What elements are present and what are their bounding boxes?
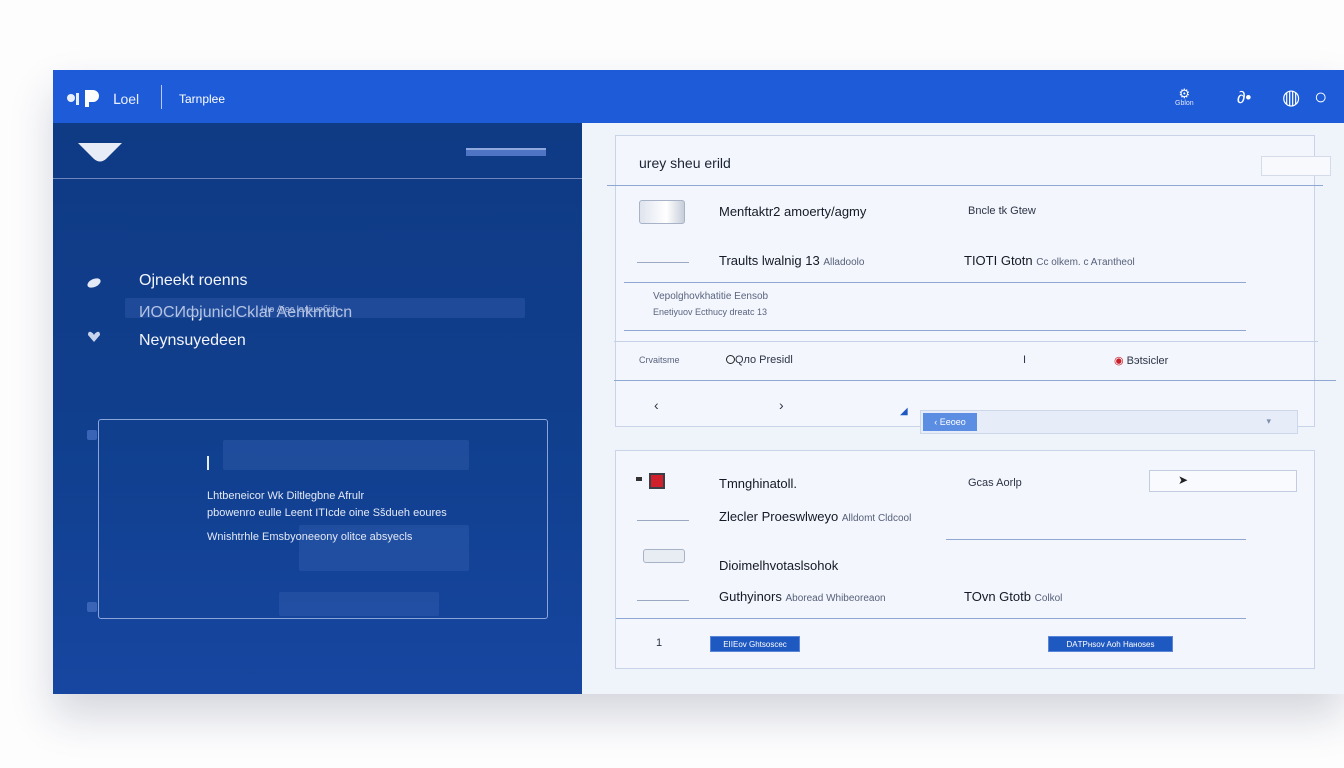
divider	[946, 539, 1246, 540]
divider	[624, 330, 1246, 331]
details-card: Tmnghinatoll. Gcas Aorlp ➤ Zlecler Proes…	[615, 450, 1315, 669]
filter-input[interactable]: ➤	[1149, 470, 1297, 492]
bullet-icon	[636, 477, 642, 481]
row-value: TOvn Gtotb Colkol	[964, 589, 1063, 604]
divider	[607, 185, 1323, 186]
run-icon[interactable]: ∂•	[1237, 84, 1251, 110]
tab-templates[interactable]: Tarnplee	[179, 92, 225, 106]
sidebar-header	[53, 123, 582, 179]
thumbnail-image	[643, 549, 685, 563]
resize-handle-icon[interactable]	[87, 430, 97, 440]
pointer-arrow-icon: ◢	[900, 406, 908, 417]
thumbnail-image	[639, 200, 685, 224]
row3-right: ◉ Bэtsicler	[1114, 355, 1169, 367]
settings-caption: Gblon	[1175, 99, 1194, 107]
divider	[616, 618, 1246, 619]
topbar-divider	[161, 85, 162, 109]
chevron-down-icon[interactable]	[77, 141, 123, 163]
primary-action-button[interactable]: DAТPнsov Aoh Haнoses	[1048, 636, 1173, 652]
sidebar-item-objects[interactable]: Ojneekt roenns	[139, 272, 248, 290]
text-cursor	[207, 456, 209, 470]
sidebar: Ojneekt roenns ИОСИфjuniclCklar Aenkmucn…	[53, 123, 582, 694]
top-bar: Լoel Tarnplee ⚙ Gblon ∂• ◍ ○	[53, 70, 1344, 123]
card-title: urey sheu erild	[639, 155, 731, 171]
cursor-icon: ➤	[1178, 473, 1189, 487]
box-text-line: Wnishtrhle Emsbyoneeony olitce absyecls	[207, 531, 413, 543]
chevron-down-icon[interactable]: ▾	[1266, 416, 1271, 427]
dropdown-selected-chip[interactable]: ‹ Eeoeo	[923, 413, 977, 431]
app-title: Լoel	[113, 91, 140, 107]
properties-card: urey sheu erild Menftaktr2 amoerty/agmy …	[607, 135, 1336, 434]
row-name: Menftaktr2 amoerty/agmy	[719, 204, 867, 219]
card-search-input[interactable]	[1261, 156, 1331, 176]
leaf-icon	[87, 278, 101, 288]
row-name: Traults lwalnig 13 Alladoolo	[719, 253, 865, 268]
description-line: Enetiyuov Ecthucy dreatc 13	[653, 307, 768, 317]
page-number: 1	[656, 637, 663, 649]
settings-icon[interactable]: ⚙ Gblon	[1175, 84, 1194, 110]
blurred-footer	[279, 592, 439, 616]
app-window: Լoel Tarnplee ⚙ Gblon ∂• ◍ ○ Ojneekt roe…	[53, 70, 1344, 694]
divider	[624, 282, 1246, 283]
row-name: Dioimelhvotaslsohok	[719, 558, 839, 573]
secondary-action-button[interactable]: EIIEov Ghtsoscec	[710, 636, 800, 652]
flag-checkbox[interactable]	[649, 473, 665, 489]
box-text-line: Lhtbeneicor Wk Diltlegbne Afrulr	[207, 490, 365, 502]
row3-mid: I	[1023, 354, 1027, 366]
stub-line	[637, 262, 689, 263]
sidebar-item-new-view[interactable]: Neynsuyedeen	[139, 332, 246, 350]
row3-label: Crvaitsme	[639, 355, 680, 365]
profile-circle-icon[interactable]: ○	[1314, 84, 1327, 110]
heart-icon	[88, 331, 100, 342]
logo-icon	[67, 90, 99, 107]
row-value: TIOTI Gtotn Cc olkem. c Aтantheol	[964, 253, 1135, 268]
row-value: Gcas Aorlp	[968, 477, 1022, 489]
row-value: Bncle tk Gtew	[968, 205, 1036, 217]
divider	[614, 341, 1318, 342]
main-panel: urey sheu erild Menftaktr2 amoerty/agmy …	[582, 123, 1344, 694]
nav-prev-button[interactable]: ‹	[654, 397, 659, 413]
row-name: Tmnghinatoll.	[719, 476, 798, 491]
refresh-icon[interactable]: ◍	[1282, 84, 1300, 110]
select-dropdown[interactable]: ‹ Eeoeo ▾	[920, 410, 1298, 434]
radio-option[interactable]: Qлo Presidl	[726, 354, 793, 366]
box-text-line: pbowenro eulle Leent ITIcde oine Sšdueh …	[207, 507, 447, 519]
resize-handle-icon[interactable]	[87, 602, 97, 612]
nav-next-button[interactable]: ›	[779, 397, 784, 413]
row-name: Zlecler Proeswlweyo Alldomt Cldcool	[719, 509, 912, 524]
error-icon: ◉	[1114, 355, 1127, 367]
stub-line	[637, 600, 689, 601]
divider	[614, 380, 1336, 381]
blurred-field	[223, 440, 469, 470]
description-line: Vepolghovkhatitie Eensob	[653, 291, 769, 302]
radio-icon	[726, 355, 735, 364]
row-name: Guthyinors Aboread Whibeoreaon	[719, 589, 886, 604]
info-box[interactable]: Lhtbeneicor Wk Diltlegbne Afrulr pbowenr…	[87, 419, 548, 619]
header-progress-bar	[466, 148, 546, 156]
page: Լoel Tarnplee ⚙ Gblon ∂• ◍ ○ Ojneekt roe…	[0, 0, 1344, 768]
stub-line	[637, 520, 689, 521]
sidebar-note: Hю Aіес lолішобіф	[261, 304, 338, 314]
